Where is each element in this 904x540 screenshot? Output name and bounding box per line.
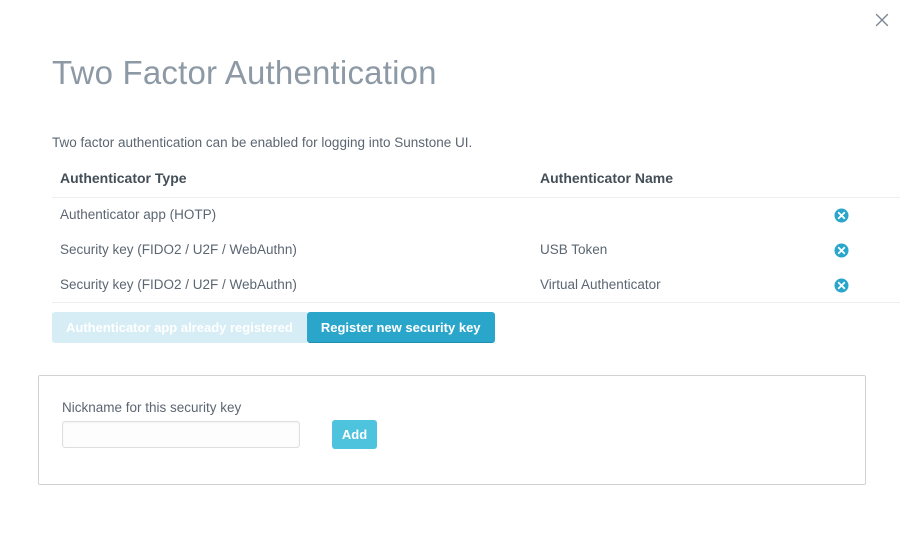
cell-authenticator-type: Security key (FIDO2 / U2F / WebAuthn)	[52, 267, 532, 303]
delete-circle-icon[interactable]	[834, 208, 849, 223]
action-button-bar: Authenticator app already registered Reg…	[52, 312, 495, 343]
add-button[interactable]: Add	[332, 420, 377, 449]
delete-circle-icon[interactable]	[834, 278, 849, 293]
delete-circle-icon-glyph	[834, 278, 849, 293]
page-description: Two factor authentication can be enabled…	[52, 135, 473, 150]
cell-authenticator-name: USB Token	[540, 242, 608, 258]
cell-authenticator-name	[532, 198, 834, 233]
delete-circle-icon-glyph	[834, 243, 849, 258]
table-row: Security key (FIDO2 / U2F / WebAuthn) US…	[52, 232, 900, 267]
delete-circle-icon[interactable]	[834, 243, 849, 258]
column-header-authenticator-type: Authenticator Type	[52, 170, 532, 198]
column-header-actions	[834, 170, 900, 198]
cell-delete-action	[834, 198, 900, 233]
cell-delete-action	[834, 232, 900, 267]
two-factor-authentication-page: Two Factor Authentication Two factor aut…	[0, 0, 904, 540]
cell-authenticator-type: Authenticator app (HOTP)	[60, 207, 217, 223]
delete-circle-icon-glyph	[834, 208, 849, 223]
nickname-input[interactable]	[62, 421, 300, 448]
column-header-authenticator-name: Authenticator Name	[532, 170, 834, 198]
cell-authenticator-name: Virtual Authenticator	[532, 267, 834, 303]
page-title: Two Factor Authentication	[52, 54, 437, 91]
authenticator-app-registered-button: Authenticator app already registered	[52, 312, 307, 343]
register-security-key-panel: Nickname for this security key Add	[38, 375, 866, 485]
authenticators-table: Authenticator Type Authenticator Name Au…	[52, 170, 900, 303]
table-row: Security key (FIDO2 / U2F / WebAuthn) Vi…	[52, 267, 900, 303]
cell-authenticator-type: Security key (FIDO2 / U2F / WebAuthn)	[60, 242, 297, 258]
cell-delete-action	[834, 267, 900, 303]
table-body: Authenticator app (HOTP) Security key (F…	[52, 198, 900, 303]
table-header: Authenticator Type Authenticator Name	[52, 170, 900, 198]
table-row: Authenticator app (HOTP)	[52, 198, 900, 233]
table-header-row: Authenticator Type Authenticator Name	[52, 170, 900, 198]
close-icon[interactable]	[868, 6, 896, 34]
nickname-label: Nickname for this security key	[62, 400, 242, 415]
close-icon-glyph	[875, 13, 889, 27]
register-new-security-key-button[interactable]: Register new security key	[306, 312, 495, 343]
